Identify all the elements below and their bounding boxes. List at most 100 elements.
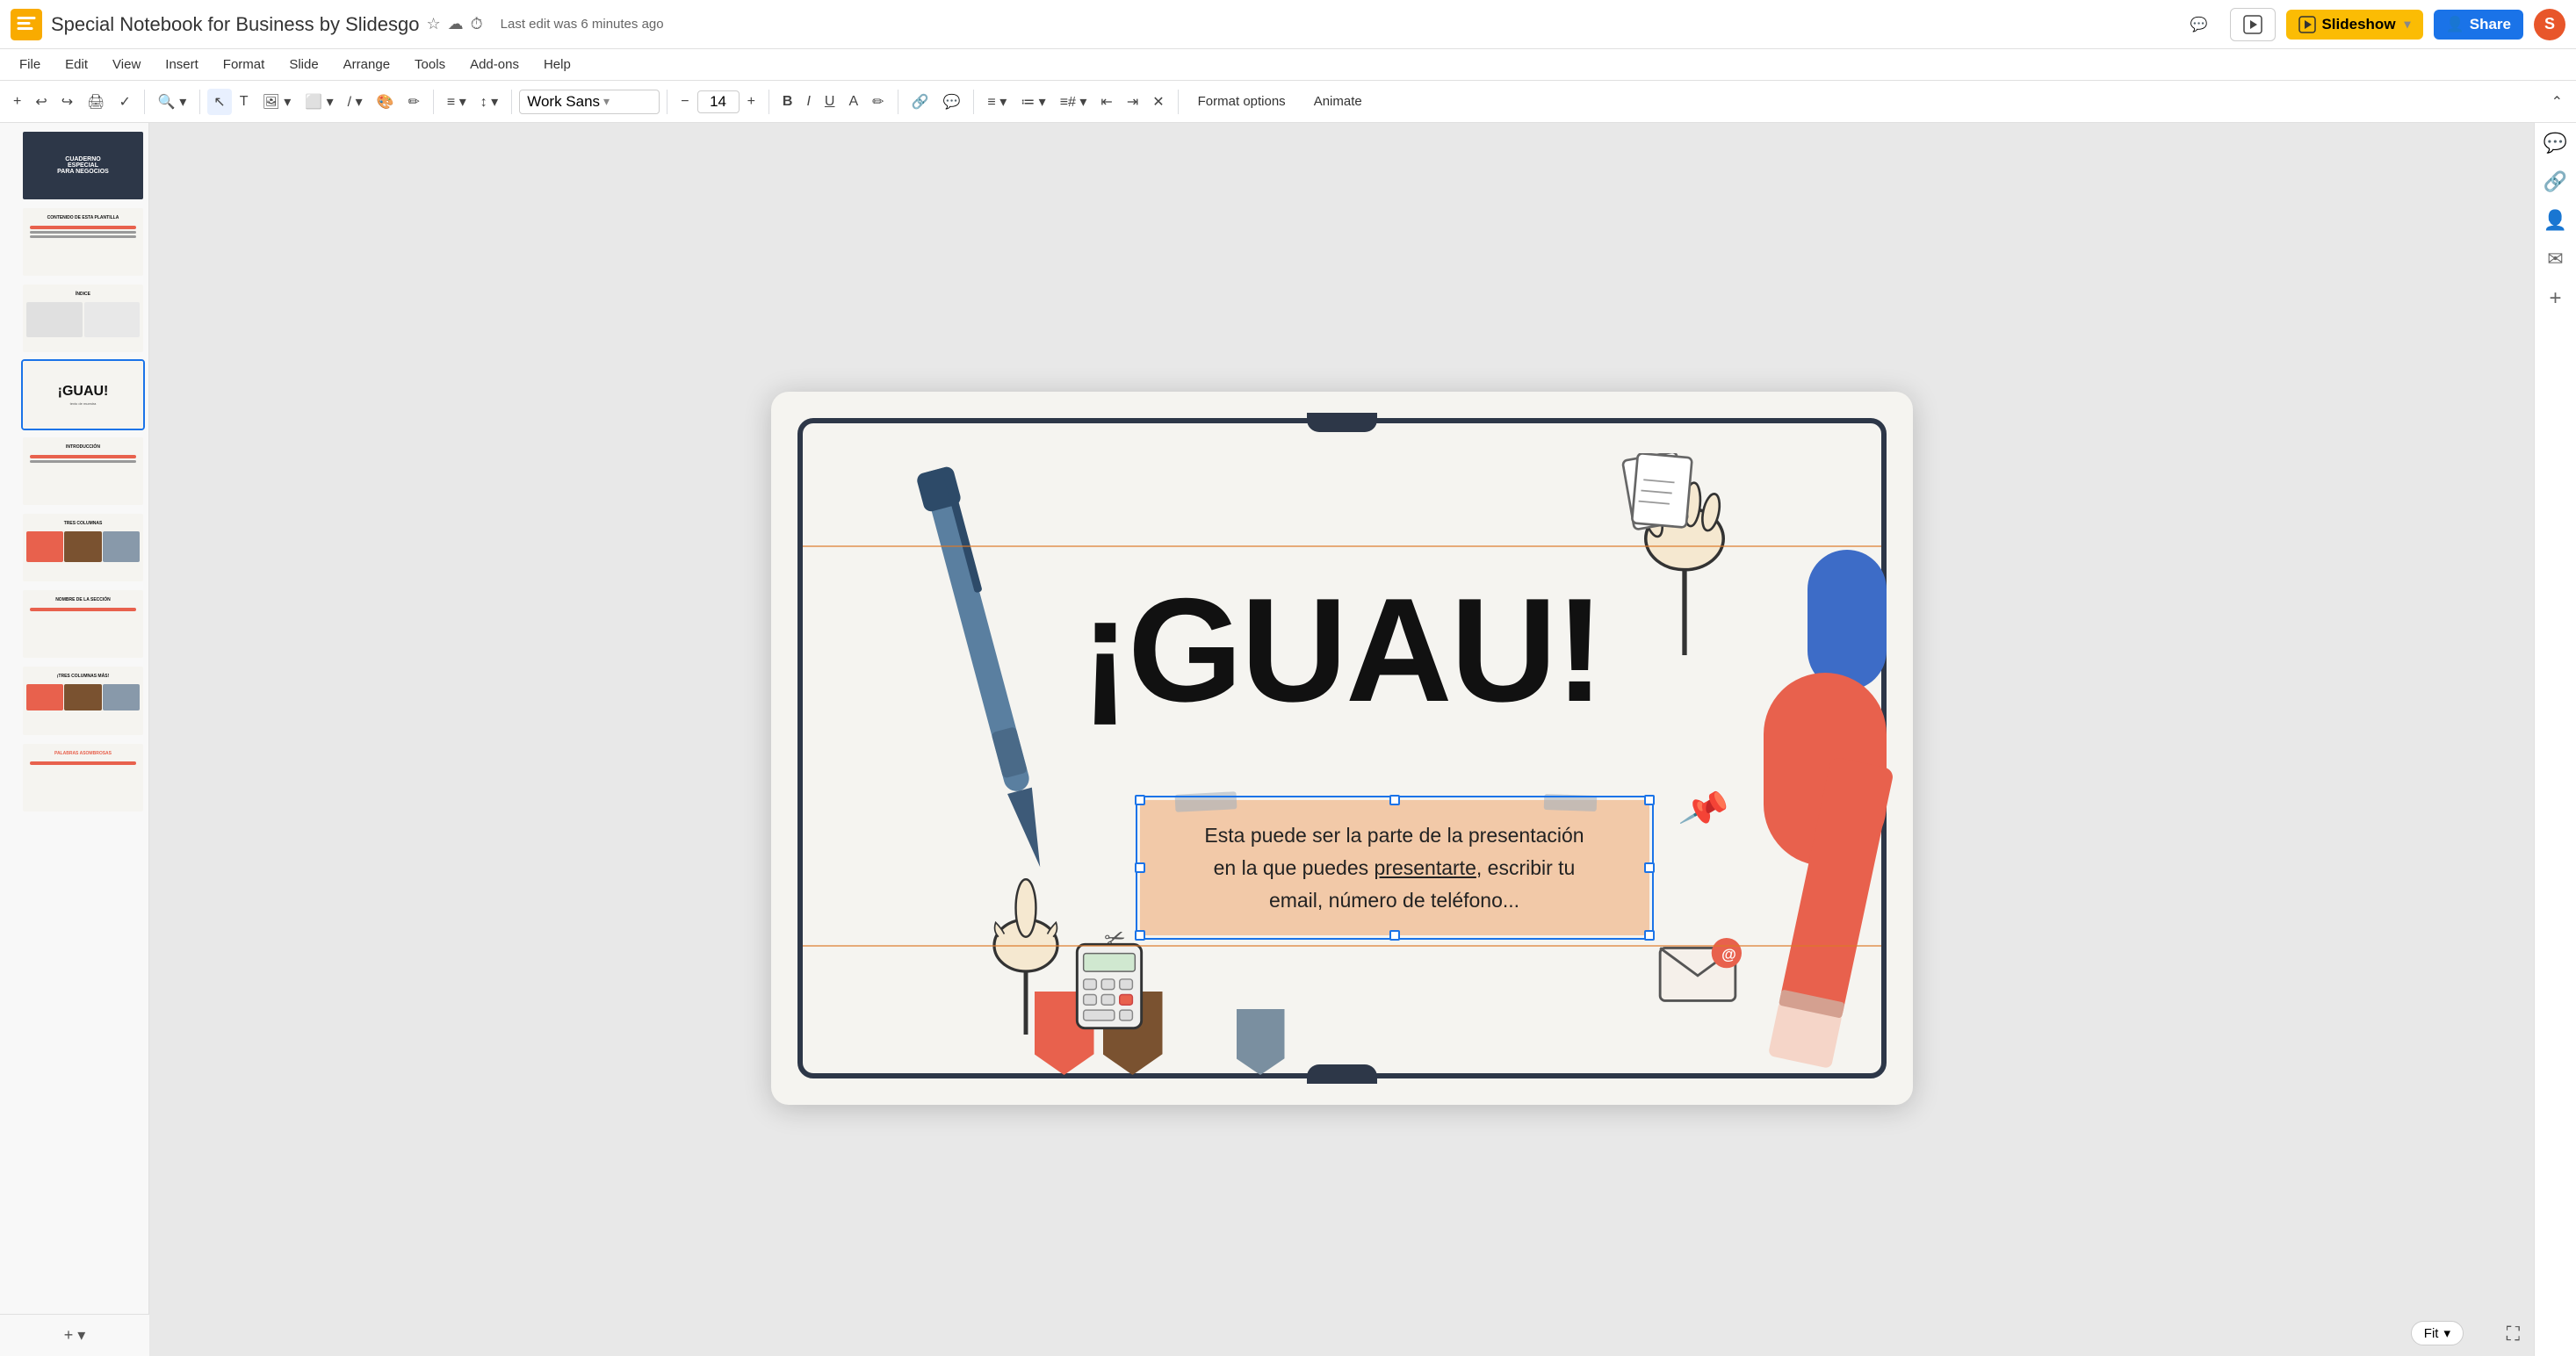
comment-icon: 💬 [2190, 16, 2208, 33]
toolbar-group-paragraph: ≡ ▾ ↕ ▾ [441, 89, 504, 115]
fill-tool[interactable]: 🎨 [371, 89, 400, 115]
menu-slide[interactable]: Slide [277, 54, 330, 76]
link-button[interactable]: 🔗 [906, 89, 935, 115]
indent-less-button[interactable]: ⇤ [1094, 89, 1118, 115]
share-button[interactable]: 👤 Share [2434, 10, 2523, 40]
menu-arrange[interactable]: Arrange [331, 54, 402, 76]
fullscreen-button[interactable]: ⛶ [2507, 1323, 2520, 1345]
slide-thumb-4[interactable]: ¡GUAU! texto de muestra [21, 359, 145, 430]
menu-help[interactable]: Help [531, 54, 583, 76]
pen-tool[interactable]: ✏ [402, 89, 426, 115]
right-panel-add-icon[interactable]: + [2549, 286, 2561, 311]
menu-format[interactable]: Format [211, 54, 278, 76]
paragraph-align[interactable]: ≡ ▾ [441, 89, 473, 115]
star-icon[interactable]: ☆ [426, 15, 440, 33]
right-panel-link-icon[interactable]: 🔗 [2544, 170, 2567, 193]
text-color-button[interactable]: A [842, 90, 864, 114]
font-family-value: Work Sans [527, 93, 600, 111]
text-highlight-button[interactable]: ✏ [866, 89, 890, 115]
animate-button[interactable]: Animate [1302, 90, 1375, 113]
history-icon[interactable]: ⏱ [471, 15, 483, 33]
pushpin-icon: 📌 [1678, 783, 1733, 837]
line-spacing[interactable]: ↕ ▾ [474, 89, 504, 115]
slide-thumb-8[interactable]: ¡TRES COLUMNAS MÁS! [21, 665, 145, 736]
bold-button[interactable]: B [776, 90, 799, 114]
print-button[interactable]: 🖨 [81, 89, 111, 115]
present-button[interactable] [2230, 8, 2276, 41]
mail-illustration: @ [1654, 929, 1742, 1017]
note-box[interactable]: Esta puede ser la parte de la presentaci… [1140, 800, 1649, 935]
italic-button[interactable]: I [800, 90, 816, 114]
text-tool[interactable]: T [234, 90, 255, 114]
bullet-list-button[interactable]: ≔ ▾ [1014, 89, 1051, 115]
font-size-input[interactable] [697, 90, 740, 113]
slide-thumb-6[interactable]: TRES COLUMNAS [21, 512, 145, 583]
font-size-decrease[interactable]: − [675, 90, 695, 114]
toolbar-group-undo: + ↩ ↪ 🖨 ✓ [7, 89, 137, 115]
spellcheck-button[interactable]: ✓ [112, 89, 136, 115]
shape-tool[interactable]: ⬜ ▾ [299, 89, 339, 115]
flag-gray [1237, 1009, 1285, 1075]
add-slide-button[interactable]: + ▾ [0, 1314, 149, 1356]
handle-ml[interactable] [1135, 862, 1145, 873]
calculator-illustration [1070, 938, 1149, 1035]
slide-thumb-7[interactable]: NOMBRE DE LA SECCIÓN [21, 588, 145, 660]
handle-br[interactable] [1644, 930, 1655, 941]
right-panel-person-icon[interactable]: 👤 [2544, 209, 2567, 232]
handle-tr[interactable] [1644, 795, 1655, 805]
handle-tl[interactable] [1135, 795, 1145, 805]
slideshow-chevron-icon: ▾ [2405, 17, 2411, 32]
main-layout: 1 CUADERNOESPECIALPARA NEGOCIOS 2 CONTEN… [0, 123, 2576, 1356]
zoom-button[interactable]: 🔍 ▾ [152, 89, 192, 115]
last-edit-label: Last edit was 6 minutes ago [501, 17, 2178, 32]
handle-mr[interactable] [1644, 862, 1655, 873]
menu-file[interactable]: File [7, 54, 53, 76]
undo-button[interactable]: + [7, 90, 27, 114]
comment-inline-button[interactable]: 💬 [936, 89, 966, 115]
topbar: Special Notebook for Business by Slidesg… [0, 0, 2576, 49]
slide-thumb-9[interactable]: PALABRAS ASOMBROSAS [21, 742, 145, 813]
slide-bottom-notch [1307, 1064, 1377, 1084]
redo-action[interactable]: ↪ [55, 89, 79, 115]
zoom-control[interactable]: Fit ▾ [2411, 1321, 2464, 1345]
menu-edit[interactable]: Edit [53, 54, 100, 76]
format-options-button[interactable]: Format options [1186, 90, 1298, 113]
cursor-tool[interactable]: ↖ [207, 89, 231, 115]
ordered-list-button[interactable]: ≡# ▾ [1054, 89, 1093, 115]
slide-thumb-3[interactable]: ÍNDICE [21, 283, 145, 354]
slide-thumb-wrapper-2: 2 CONTENIDO DE ESTA PLANTILLA [0, 206, 148, 283]
image-tool[interactable]: 🖼 ▾ [256, 89, 297, 115]
note-box-container[interactable]: Esta puede ser la parte de la presentaci… [1140, 800, 1649, 935]
cloud-icon[interactable]: ☁ [448, 15, 464, 33]
menu-insert[interactable]: Insert [153, 54, 211, 76]
undo-action[interactable]: ↩ [29, 89, 53, 115]
handle-bl[interactable] [1135, 930, 1145, 941]
font-family-selector[interactable]: Work Sans ▾ [519, 90, 660, 114]
font-size-increase[interactable]: + [741, 90, 761, 114]
note-text-line2: en la que puedes [1214, 856, 1375, 879]
underline-button[interactable]: U [819, 90, 841, 114]
menu-tools[interactable]: Tools [402, 54, 458, 76]
comment-button[interactable]: 💬 [2178, 10, 2220, 40]
right-panel-mail-icon[interactable]: ✉ [2547, 248, 2563, 270]
slide-thumb-2[interactable]: CONTENIDO DE ESTA PLANTILLA [21, 206, 145, 278]
share-label: Share [2470, 16, 2511, 33]
toolbar-group-text-format: B I U A ✏ [776, 89, 891, 115]
text-align-button[interactable]: ≡ ▾ [981, 89, 1013, 115]
tape-left [1174, 791, 1237, 812]
line-tool[interactable]: / ▾ [342, 89, 369, 115]
slide-thumb-5[interactable]: INTRODUCCIÓN [21, 436, 145, 507]
handle-tc[interactable] [1389, 795, 1400, 805]
slide-canvas[interactable]: ¡GUAU! Esta puede ser la parte de la pre… [771, 392, 1913, 1105]
slide-thumb-wrapper-9: 9 PALABRAS ASOMBROSAS [0, 742, 148, 819]
clear-format-button[interactable]: ✕ [1146, 89, 1170, 115]
toolbar-collapse-button[interactable]: ⌃ [2545, 89, 2569, 115]
handle-bc[interactable] [1389, 930, 1400, 941]
right-panel-comments-icon[interactable]: 💬 [2544, 132, 2567, 155]
slideshow-button[interactable]: Slideshow ▾ [2286, 10, 2422, 40]
slideshow-icon [2298, 16, 2316, 33]
menu-view[interactable]: View [100, 54, 153, 76]
menu-addons[interactable]: Add-ons [458, 54, 531, 76]
slide-thumb-1[interactable]: CUADERNOESPECIALPARA NEGOCIOS [21, 130, 145, 201]
indent-more-button[interactable]: ⇥ [1121, 89, 1144, 115]
